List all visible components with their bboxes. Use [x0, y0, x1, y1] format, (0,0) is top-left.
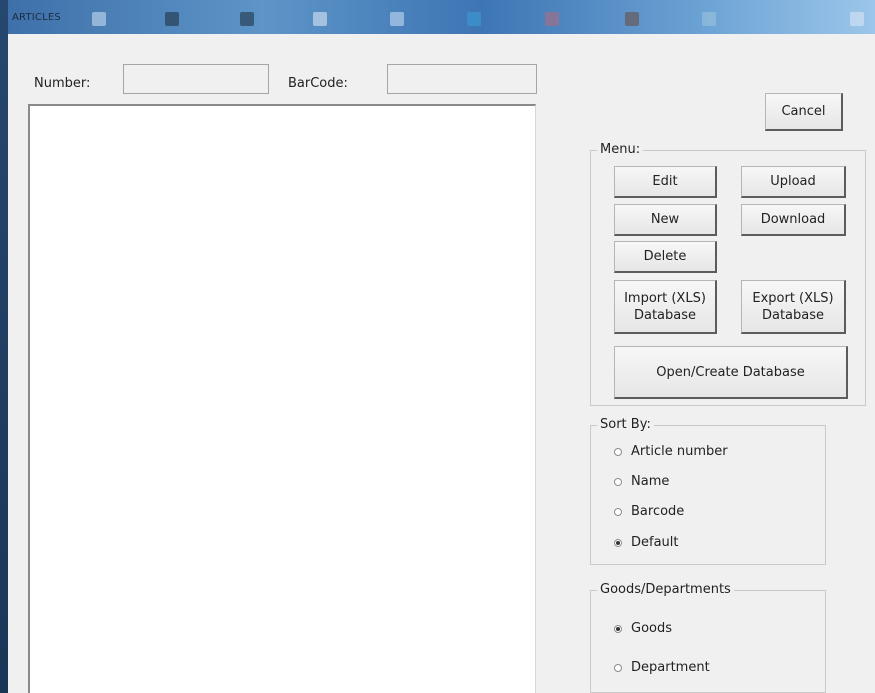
export-xls-button-label: Export (XLS) Database — [752, 290, 834, 323]
number-field[interactable] — [123, 64, 269, 94]
menu-group-title: Menu: — [597, 142, 644, 157]
download-button[interactable]: Download — [741, 204, 846, 236]
window-title: ARTICLES — [12, 12, 61, 23]
barcode-field[interactable] — [387, 64, 537, 94]
taskbar-icon — [165, 12, 179, 26]
window-left-edge — [0, 0, 8, 693]
sort-barcode-label: Barcode — [631, 504, 685, 519]
taskbar-icon — [313, 12, 327, 26]
title-bar: ARTICLES — [0, 0, 875, 38]
radio-button-selected-icon — [614, 538, 622, 547]
delete-button[interactable]: Delete — [614, 241, 717, 273]
radio-button-icon — [614, 447, 622, 456]
taskbar-icon — [467, 12, 481, 26]
goods-departments-group-title: Goods/Departments — [597, 582, 734, 597]
sort-by-group-title: Sort By: — [597, 417, 654, 432]
radio-button-selected-icon — [614, 624, 622, 633]
sort-barcode-option[interactable]: Barcode — [614, 504, 684, 519]
taskbar-icon — [850, 12, 864, 26]
upload-button[interactable]: Upload — [741, 166, 846, 198]
radio-button-icon — [614, 507, 622, 516]
articles-list[interactable] — [28, 104, 536, 693]
upload-button-label: Upload — [770, 174, 816, 189]
sort-name-option[interactable]: Name — [614, 474, 669, 489]
open-create-database-button-label: Open/Create Database — [656, 364, 805, 380]
cancel-button-label: Cancel — [781, 104, 826, 119]
import-xls-button-label: Import (XLS) Database — [624, 290, 706, 323]
department-option-label: Department — [631, 660, 710, 675]
download-button-label: Download — [760, 212, 826, 227]
taskbar-icon — [390, 12, 404, 26]
department-option[interactable]: Department — [614, 660, 710, 675]
taskbar-icon — [240, 12, 254, 26]
new-button-label: New — [650, 212, 680, 227]
taskbar-icon — [702, 12, 716, 26]
edit-button[interactable]: Edit — [614, 166, 717, 198]
import-xls-button[interactable]: Import (XLS) Database — [614, 280, 717, 334]
delete-button-label: Delete — [643, 249, 687, 264]
goods-departments-group: Goods/Departments — [590, 582, 826, 693]
export-xls-button[interactable]: Export (XLS) Database — [741, 280, 846, 334]
open-create-database-button[interactable]: Open/Create Database — [614, 346, 848, 399]
edit-button-label: Edit — [652, 174, 678, 189]
sort-default-option[interactable]: Default — [614, 535, 679, 550]
cancel-button[interactable]: Cancel — [765, 93, 843, 131]
number-label: Number: — [34, 76, 91, 91]
radio-button-icon — [614, 477, 622, 486]
goods-option-label: Goods — [631, 621, 673, 636]
taskbar-icon — [625, 12, 639, 26]
sort-article-number-label: Article number — [631, 444, 728, 459]
sort-article-number-option[interactable]: Article number — [614, 444, 728, 459]
new-button[interactable]: New — [614, 204, 717, 236]
radio-button-icon — [614, 663, 622, 672]
barcode-label: BarCode: — [288, 76, 348, 91]
sort-default-label: Default — [631, 535, 679, 550]
taskbar-icon — [92, 12, 106, 26]
taskbar-icon — [545, 12, 559, 26]
goods-option[interactable]: Goods — [614, 621, 672, 636]
sort-name-label: Name — [631, 474, 670, 489]
